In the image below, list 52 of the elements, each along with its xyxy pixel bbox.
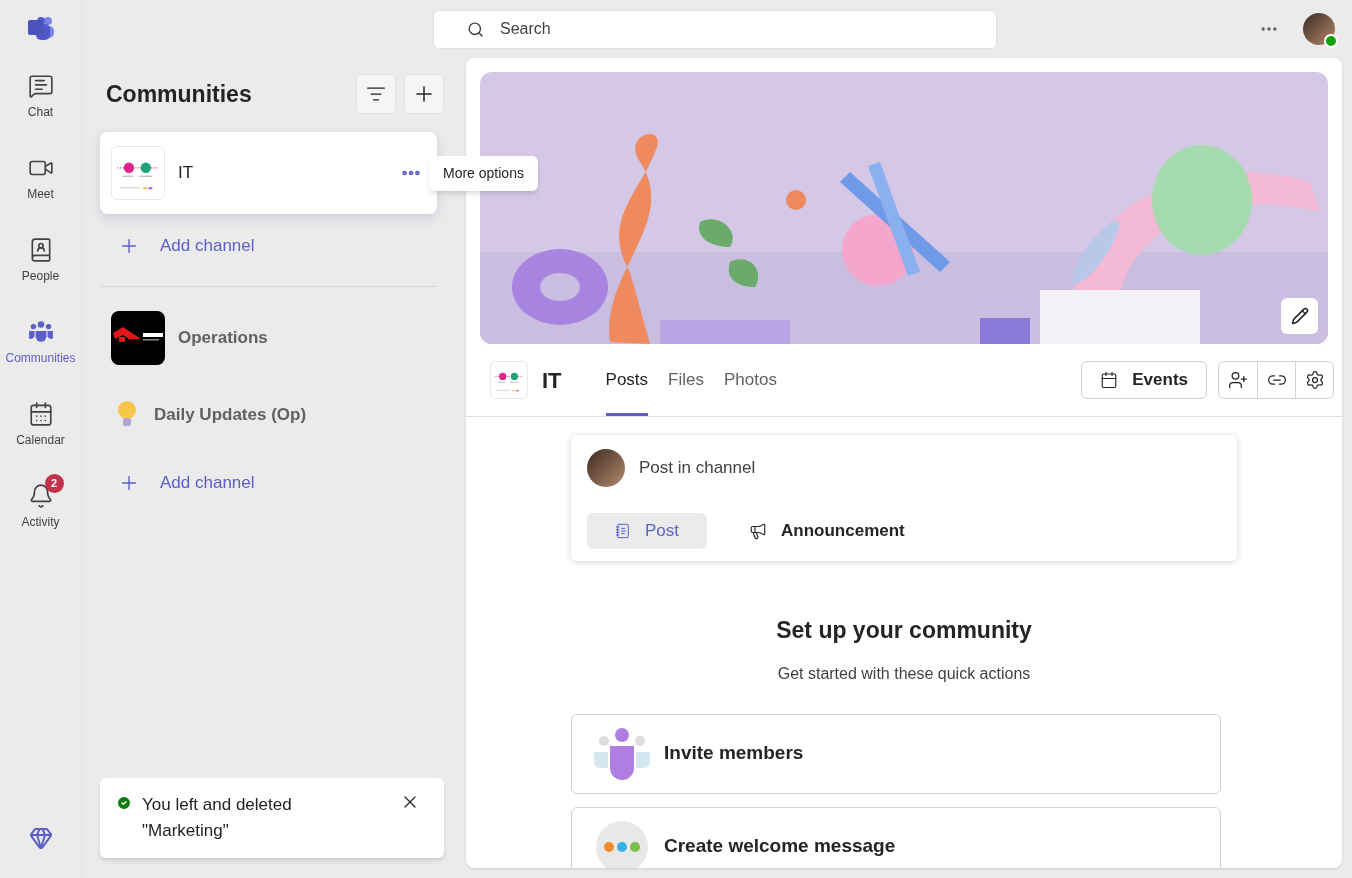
community-name: IT — [178, 162, 194, 185]
search-field[interactable]: Search — [433, 9, 997, 49]
search-icon — [467, 20, 484, 38]
edit-button[interactable] — [1281, 298, 1318, 334]
rail-item[interactable]: Communities — [1, 318, 80, 400]
available-status-icon — [1324, 34, 1338, 48]
notification-badge: 2 — [44, 474, 64, 493]
channel-item[interactable]: Daily Updates (Op) — [100, 379, 307, 451]
toast-message: You left and deleted "Marketing" — [142, 794, 293, 842]
community-logo — [490, 361, 528, 399]
composer-placeholder[interactable]: Post in channel — [639, 455, 756, 481]
calendar-icon — [1100, 371, 1119, 389]
community-title: IT — [542, 366, 562, 395]
tab[interactable]: Files — [668, 344, 704, 416]
community-item[interactable]: Operations — [100, 297, 437, 379]
chat-icon — [27, 73, 54, 99]
calendar-icon — [27, 401, 54, 427]
panel-title: Communities — [106, 79, 252, 109]
post-type-button[interactable]: Announcement — [721, 513, 933, 549]
add-channel-link[interactable]: Add channel — [100, 214, 255, 278]
quick-action-card[interactable]: Invite members — [571, 713, 1221, 794]
setup-title: Set up your community — [776, 616, 1032, 645]
people-group-icon — [27, 319, 54, 345]
rail-item[interactable]: People — [1, 236, 80, 318]
user-avatar — [587, 449, 625, 487]
settings-icon — [1304, 370, 1325, 390]
chat-bubble-icon — [594, 818, 650, 868]
add-person-icon — [1228, 370, 1248, 390]
pencil-icon — [1290, 307, 1309, 325]
filter-button[interactable] — [356, 74, 396, 114]
megaphone-icon — [749, 522, 768, 540]
tab[interactable]: Posts — [605, 344, 649, 416]
post-type-button[interactable]: Post — [587, 513, 708, 549]
rail-item[interactable]: Meet — [1, 154, 80, 236]
gem-icon[interactable] — [28, 826, 53, 850]
community-name: Operations — [178, 327, 268, 350]
app-logo[interactable] — [26, 14, 55, 42]
add-channel-link[interactable]: Add channel — [100, 451, 255, 515]
events-button[interactable]: Events — [1081, 361, 1207, 399]
add-button[interactable] — [404, 74, 444, 114]
user-avatar[interactable] — [1303, 13, 1335, 45]
rail-item[interactable]: Chat — [1, 72, 80, 154]
community-logo — [111, 311, 165, 365]
setup-subtitle: Get started with these quick actions — [777, 663, 1031, 684]
note-icon — [615, 523, 631, 539]
success-icon — [116, 795, 132, 811]
tooltip: More options — [429, 156, 538, 191]
community-logo — [111, 146, 165, 200]
tab[interactable]: Photos — [724, 344, 777, 416]
quick-action-card[interactable]: Create welcome message — [571, 806, 1221, 868]
search-input[interactable]: Search — [500, 17, 963, 41]
people-icon — [594, 725, 650, 782]
